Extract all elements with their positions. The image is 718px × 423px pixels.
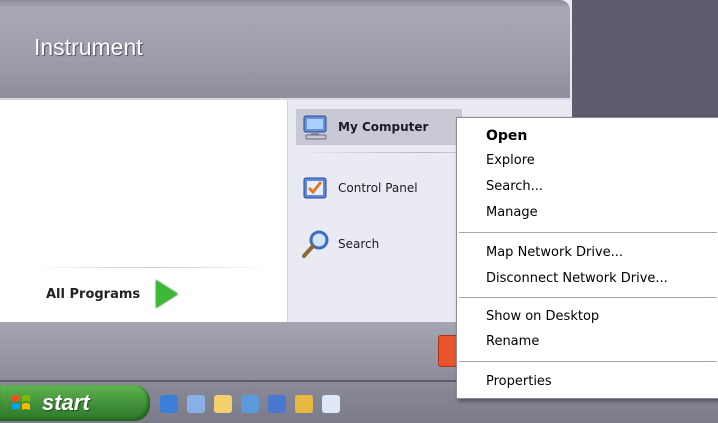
quick-launch-toolbar [160,395,340,413]
start-button[interactable]: start [0,385,150,421]
display-icon[interactable] [268,395,286,413]
menu-item-show-on-desktop[interactable]: Show on Desktop [486,305,599,329]
control-panel-item[interactable]: Control Panel [296,170,418,206]
my-computer-label: My Computer [338,120,429,134]
control-panel-label: Control Panel [338,181,418,195]
folder-icon[interactable] [214,395,232,413]
green-arrow-icon [156,280,179,308]
search-item[interactable]: Search [296,226,379,262]
menu-item-explore[interactable]: Explore [486,149,535,173]
context-menu: Open Explore Search... Manage Map Networ… [456,117,718,399]
menu-item-disconnect-network-drive[interactable]: Disconnect Network Drive... [486,267,668,291]
menu-item-rename[interactable]: Rename [486,330,539,354]
menu-separator [459,297,717,298]
menu-separator [459,361,717,362]
all-programs-label: All Programs [46,286,141,302]
search-label: Search [338,237,380,251]
my-computer-item[interactable]: My Computer [296,109,462,145]
notepad-icon[interactable] [322,395,340,413]
start-menu-header: Instrument [0,0,570,100]
my-computer-icon [300,111,332,143]
menu-item-open[interactable]: Open [486,124,527,148]
menu-item-search[interactable]: Search... [486,175,543,199]
pinned-programs-pane: All Programs [0,100,287,322]
menu-item-manage[interactable]: Manage [486,201,538,225]
all-programs-button[interactable]: All Programs [30,276,188,312]
menu-separator [459,232,717,233]
media-icon[interactable] [241,395,259,413]
internet-explorer-icon[interactable] [160,395,178,413]
paint-icon[interactable] [295,395,313,413]
user-name: Instrument [34,34,143,60]
left-pane-divider [34,267,270,268]
menu-item-map-network-drive[interactable]: Map Network Drive... [486,241,623,265]
calculator-icon[interactable] [187,395,205,413]
control-panel-icon [300,172,332,204]
start-label: start [42,390,90,415]
menu-item-properties[interactable]: Properties [486,370,552,394]
windows-flag-icon [10,392,32,414]
search-icon [300,228,332,260]
